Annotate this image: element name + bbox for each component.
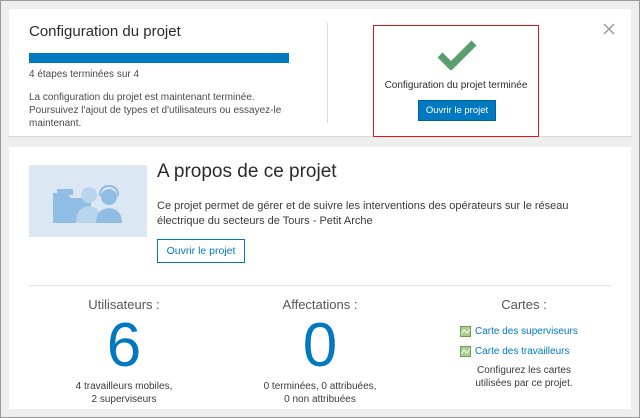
setup-progress-bar bbox=[29, 53, 289, 63]
assignments-detail-line1: 0 terminées, 0 attribuées, bbox=[263, 381, 377, 392]
users-detail-line2: 2 superviseurs bbox=[91, 394, 157, 405]
setup-description: La configuration du projet est maintenan… bbox=[29, 92, 282, 129]
map-icon bbox=[460, 345, 471, 357]
maps-detail-line1: Configurez les cartes bbox=[477, 365, 571, 376]
assignments-stat: Affectations : 0 0 terminées, 0 attribué… bbox=[225, 297, 415, 406]
setup-complete-box: Configuration du projet terminée Ouvrir … bbox=[373, 25, 539, 137]
users-folder-icon bbox=[29, 165, 147, 237]
users-stat: Utilisateurs : 6 4 travailleurs mobiles,… bbox=[29, 297, 219, 406]
map-link-supervisors[interactable]: Carte des superviseurs bbox=[460, 324, 599, 338]
setup-panel: Configuration du projet 4 étapes terminé… bbox=[9, 9, 631, 137]
map-link-workers[interactable]: Carte des travailleurs bbox=[460, 344, 599, 358]
users-detail-line1: 4 travailleurs mobiles, bbox=[75, 381, 173, 392]
map-link-supervisors-label[interactable]: Carte des superviseurs bbox=[475, 326, 578, 337]
checkmark-icon bbox=[437, 40, 477, 70]
about-title: A propos de ce projet bbox=[157, 161, 337, 182]
maps-section: Cartes : Carte des superviseurs Carte de… bbox=[449, 297, 599, 390]
horizontal-divider bbox=[29, 285, 611, 286]
map-link-workers-label[interactable]: Carte des travailleurs bbox=[475, 346, 569, 357]
about-panel: A propos de ce projet Ce projet permet d… bbox=[9, 147, 631, 409]
about-description: Ce projet permet de gérer et de suivre l… bbox=[157, 200, 569, 227]
users-count: 6 bbox=[106, 311, 142, 380]
app-frame: Configuration du projet 4 étapes terminé… bbox=[0, 0, 640, 418]
maps-label: Cartes : bbox=[501, 297, 547, 312]
users-label: Utilisateurs : bbox=[88, 297, 160, 312]
close-icon[interactable] bbox=[601, 21, 617, 37]
setup-title: Configuration du projet bbox=[29, 23, 181, 40]
map-icon bbox=[460, 325, 471, 337]
setup-complete-text: Configuration du projet terminée bbox=[384, 80, 528, 91]
open-project-button-secondary[interactable]: Ouvrir le projet bbox=[157, 239, 245, 263]
setup-progress-fill bbox=[29, 53, 289, 63]
vertical-divider bbox=[327, 23, 328, 123]
assignments-count: 0 bbox=[302, 311, 338, 380]
steps-count-text: 4 étapes terminées sur 4 bbox=[29, 69, 140, 80]
assignments-label: Affectations : bbox=[282, 297, 358, 312]
assignments-detail-line2: 0 non attribuées bbox=[284, 394, 356, 405]
maps-detail-line2: utilisées par ce projet. bbox=[475, 378, 573, 389]
open-project-button-primary[interactable]: Ouvrir le projet bbox=[418, 100, 496, 121]
